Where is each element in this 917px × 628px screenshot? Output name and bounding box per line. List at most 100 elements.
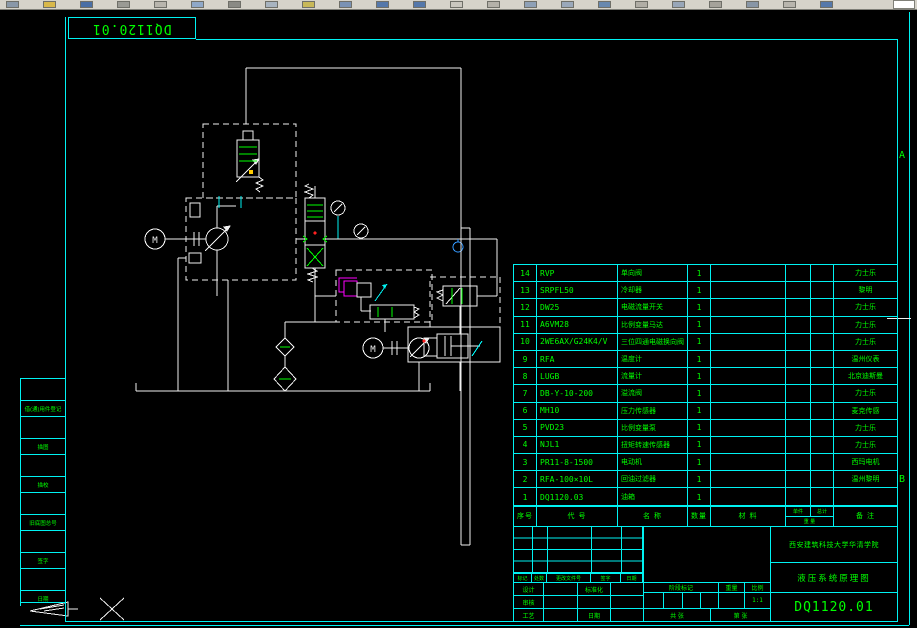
part-weight-total <box>811 488 834 506</box>
parts-table-row: 11 A6VM28 比例变量马达 1 力士乐 <box>514 316 897 334</box>
pilot-valve <box>435 239 498 334</box>
drawing-canvas[interactable]: M M DQ1120.01 A B 借(通)用件登记 描图 描校 旧底图总号 签… <box>0 0 917 628</box>
part-material <box>711 350 786 368</box>
margin-strip-blank-box <box>20 416 66 438</box>
part-no: 13 <box>514 282 537 299</box>
part-no: 11 <box>514 316 537 333</box>
part-weight-total <box>811 385 834 402</box>
part-qty: 1 <box>688 282 711 299</box>
cut-icon[interactable] <box>228 1 241 8</box>
match-properties-icon[interactable] <box>339 1 352 8</box>
part-code: SRPFL50 <box>537 282 618 299</box>
part-qty: 1 <box>688 333 711 350</box>
zoom-previous-icon[interactable] <box>561 1 574 8</box>
proportional-valve-group <box>315 277 421 332</box>
part-qty: 1 <box>688 316 711 333</box>
parts-table-row: 13 SRPFL50 冷却器 1 黎明 <box>514 282 897 300</box>
margin-strip-blank-box <box>20 492 66 514</box>
publish-icon[interactable] <box>191 1 204 8</box>
new-file-icon[interactable] <box>6 1 19 8</box>
plot-icon[interactable] <box>117 1 130 8</box>
copy-icon[interactable] <box>265 1 278 8</box>
part-code: RFA <box>537 350 618 368</box>
paste-icon[interactable] <box>302 1 315 8</box>
header-name: 名 称 <box>617 505 688 527</box>
part-code: NJL1 <box>537 436 618 454</box>
motor-label: M <box>152 236 158 246</box>
undo-icon[interactable] <box>376 1 389 8</box>
label-check: 审核 <box>513 595 544 609</box>
part-material <box>711 385 786 402</box>
frame-top <box>196 39 897 40</box>
zoom-realtime-icon[interactable] <box>487 1 500 8</box>
header-qty: 数量 <box>687 505 711 527</box>
open-file-icon[interactable] <box>43 1 56 8</box>
part-no: 14 <box>514 265 537 282</box>
part-weight-total <box>811 471 834 488</box>
part-weight-unit <box>786 333 811 350</box>
part-weight-unit <box>786 265 811 282</box>
tool-palettes-icon[interactable] <box>672 1 685 8</box>
part-qty: 1 <box>688 385 711 402</box>
part-weight-total <box>811 454 834 471</box>
plot-preview-icon[interactable] <box>154 1 167 8</box>
properties-icon[interactable] <box>598 1 611 8</box>
part-name: 温度计 <box>618 350 688 368</box>
sheet-set-icon[interactable] <box>709 1 722 8</box>
help-icon[interactable] <box>820 1 833 8</box>
part-name: 三位四通电磁换向阀 <box>618 333 688 350</box>
part-remark: 力士乐 <box>855 441 876 449</box>
part-remark: 力士乐 <box>855 321 876 329</box>
part-name: 电磁流量开关 <box>618 299 688 316</box>
part-weight-unit <box>786 488 811 506</box>
margin-strip-bottom-line <box>20 602 66 603</box>
part-remark: 西玛电机 <box>851 459 880 467</box>
part-name: 压力传感器 <box>618 402 688 419</box>
part-name: 溢流阀 <box>618 385 688 402</box>
part-remark: 北京迪斯曼 <box>848 373 883 381</box>
calculator-icon[interactable] <box>783 1 796 8</box>
part-remark: 温州黎明 <box>851 476 880 484</box>
margin-strip: 借(通)用件登记 描图 描校 旧底图总号 签字 日期 <box>20 378 66 606</box>
part-no: 8 <box>514 368 537 385</box>
part-qty: 1 <box>688 299 711 316</box>
sheets-total: 共 张 <box>643 608 711 622</box>
part-material <box>711 316 786 333</box>
header-no: 序号 <box>513 505 537 527</box>
margin-strip-label: 描校 <box>20 476 66 492</box>
part-material <box>711 471 786 488</box>
cad-application-window: M M DQ1120.01 A B 借(通)用件登记 描图 描校 旧底图总号 签… <box>0 0 917 628</box>
header-material: 材 料 <box>710 505 786 527</box>
part-weight-unit <box>786 385 811 402</box>
margin-strip-label: 描图 <box>20 438 66 454</box>
zoom-window-icon[interactable] <box>524 1 537 8</box>
parts-table-row: 14 RVP 单向阀 1 力士乐 <box>514 265 897 283</box>
part-weight-total <box>811 402 834 419</box>
margin-strip-blank-box <box>20 530 66 552</box>
save-icon[interactable] <box>80 1 93 8</box>
part-code: A6VM28 <box>537 316 618 333</box>
parts-table-row: 10 2WE6AX/G24K4/V 三位四通电磁换向阀 1 力士乐 <box>514 333 897 351</box>
margin-strip-label: 签字 <box>20 552 66 568</box>
corner-drawing-no-text: DQ1120.01 <box>92 20 172 36</box>
label-design: 设计 <box>513 582 544 596</box>
redo-icon[interactable] <box>413 1 426 8</box>
part-weight-unit <box>786 436 811 454</box>
pan-icon[interactable] <box>450 1 463 8</box>
parts-table-row: 12 DW25 电磁流量开关 1 力士乐 <box>514 299 897 317</box>
part-material <box>711 333 786 350</box>
part-weight-unit <box>786 350 811 368</box>
oil-tank <box>135 383 431 392</box>
toolbar-combobox[interactable] <box>893 0 915 9</box>
designcenter-icon[interactable] <box>635 1 648 8</box>
markup-icon[interactable] <box>746 1 759 8</box>
part-code: PR11-8-1500 <box>537 454 618 471</box>
part-code: RFA-100×10L <box>537 471 618 488</box>
part-qty: 1 <box>688 419 711 436</box>
header-code: 代 号 <box>536 505 618 527</box>
margin-strip-label: 借(通)用件登记 <box>20 400 66 416</box>
part-no: 3 <box>514 454 537 471</box>
part-weight-total <box>811 419 834 436</box>
margin-strip-label: 日期 <box>20 590 66 606</box>
part-no: 12 <box>514 299 537 316</box>
